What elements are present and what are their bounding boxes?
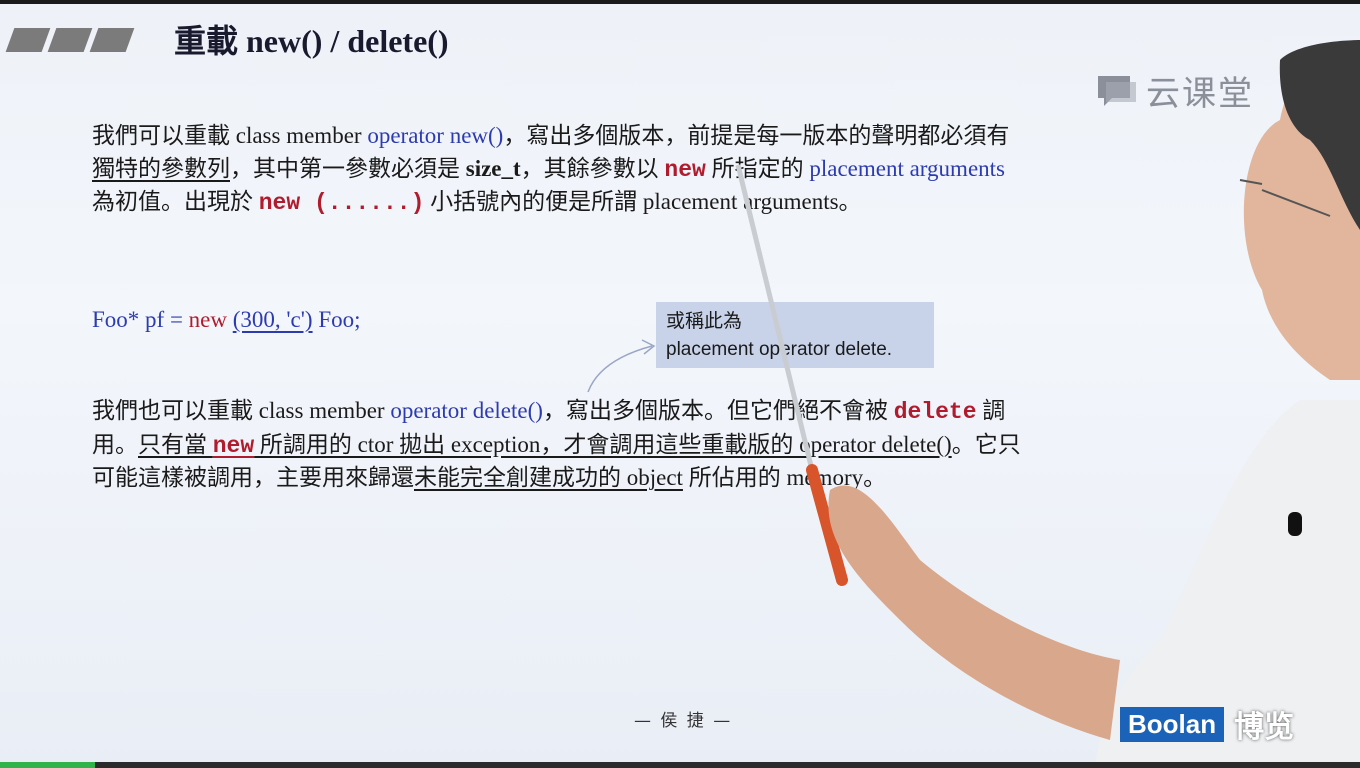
brand-name: Boolan: [1120, 706, 1225, 742]
presenter-overlay: [587, 40, 1360, 768]
brand-logo: Boolan 博览: [1120, 702, 1294, 746]
video-progress-track[interactable]: [0, 762, 1360, 768]
callout-arrow: [587, 345, 653, 393]
brand-name-cn: 博览: [1234, 710, 1295, 745]
microphone-icon: [1288, 512, 1302, 536]
presenter-arm: [828, 485, 1120, 740]
author-signature: — 侯 捷 —: [634, 711, 733, 731]
pointer-stick: [735, 164, 815, 471]
video-progress-fill: [0, 762, 96, 768]
